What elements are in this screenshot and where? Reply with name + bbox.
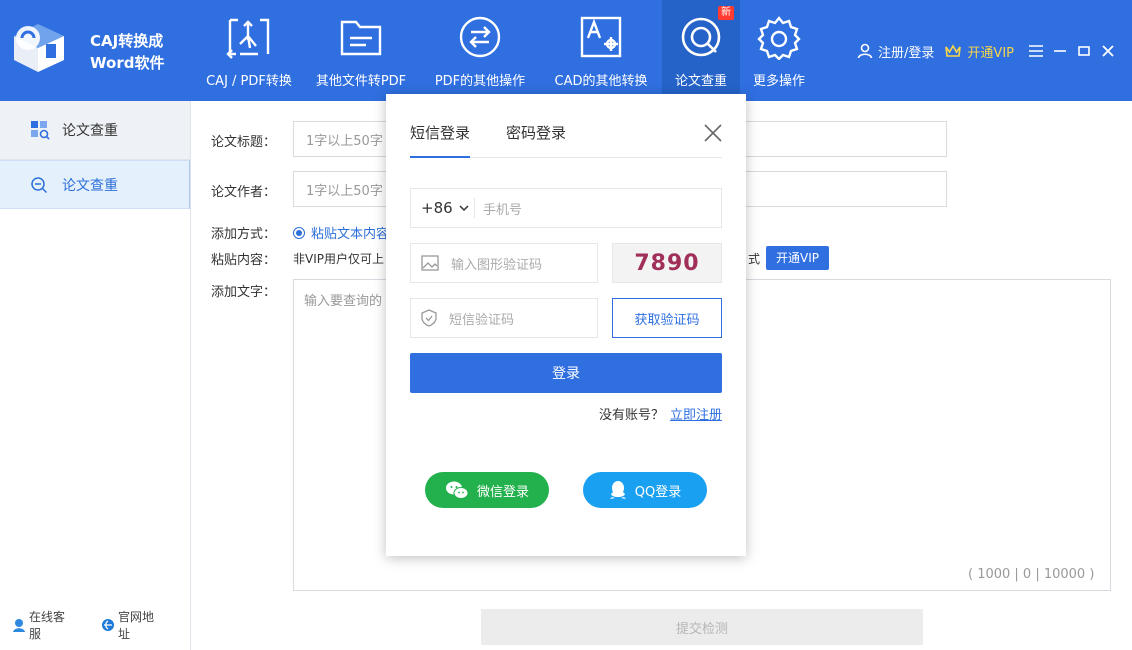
image-icon [421, 255, 439, 271]
open-vip-link[interactable]: 开通VIP [944, 42, 1014, 61]
sidebar-header-label: 论文查重 [62, 123, 118, 139]
wechat-login-button[interactable]: 微信登录 [425, 472, 549, 508]
login-button[interactable]: 登录 [410, 353, 722, 393]
crown-icon [944, 43, 962, 59]
tool-label: PDF的其他操作 [434, 74, 526, 89]
sidebar: 论文查重 论文查重 在线客服 官网地址 [0, 101, 191, 650]
sidebar-item-plagiarism-check[interactable]: 论文查重 [0, 160, 190, 209]
official-site-link[interactable]: 官网地址 [101, 608, 164, 642]
add-method-label: 添加方式： [211, 227, 277, 242]
login-modal: 短信登录 密码登录 +86 手机号 输入图形验证码 7890 短信验证码 获取验… [386, 94, 746, 556]
paper-author-label: 论文作者： [211, 185, 277, 200]
maximize-icon[interactable] [1072, 40, 1096, 62]
shield-icon [421, 309, 437, 327]
user-bar: 注册/登录 开通VIP [857, 40, 1120, 62]
swap-arrows-icon [457, 14, 503, 60]
app-logo-icon [8, 14, 78, 78]
captcha-text: 7890 [634, 250, 700, 276]
phone-input[interactable]: 手机号 [475, 199, 522, 218]
char-counter: ( 1000 | 0 | 10000 ) [968, 567, 1095, 582]
grid-search-icon [30, 120, 50, 140]
sidebar-footer: 在线客服 官网地址 [12, 608, 190, 642]
get-code-button[interactable]: 获取验证码 [612, 298, 722, 338]
add-text-label: 添加文字： [211, 285, 277, 300]
menu-icon[interactable] [1024, 40, 1048, 62]
register-prompt: 没有账号？ 立即注册 [599, 404, 722, 423]
tool-plagiarism-check[interactable]: 新 论文查重 [662, 0, 740, 101]
tool-more-ops[interactable]: 更多操作 [740, 0, 818, 101]
login-register-link[interactable]: 注册/登录 [857, 42, 934, 61]
cad-icon [578, 14, 624, 60]
search-check-icon [30, 176, 48, 194]
tool-label: CAD的其他转换 [554, 74, 648, 89]
captcha-input[interactable]: 输入图形验证码 [410, 243, 598, 283]
paper-author-placeholder: 1字以上50字 [306, 183, 383, 199]
app-title: CAJ转换成 Word软件 [90, 30, 164, 74]
text-content-placeholder: 输入要查询的 [304, 294, 383, 309]
app-title-line2: Word软件 [90, 54, 165, 72]
qq-login-button[interactable]: QQ登录 [583, 472, 707, 508]
phone-placeholder: 手机号 [483, 202, 523, 218]
customer-service-icon [12, 618, 26, 632]
submit-check-button[interactable]: 提交检测 [481, 609, 923, 645]
chevron-down-icon [459, 204, 469, 212]
login-register-label: 注册/登录 [878, 45, 935, 61]
qq-icon [609, 480, 627, 500]
user-icon [857, 43, 873, 59]
wechat-login-label: 微信登录 [476, 484, 529, 500]
tool-cad-convert[interactable]: CAD的其他转换 [540, 0, 662, 101]
paper-title-label: 论文标题： [211, 135, 277, 150]
paste-text-option: 粘贴文本内容 [311, 227, 390, 242]
new-badge: 新 [718, 6, 734, 20]
country-code-select[interactable]: +86 [411, 198, 475, 218]
online-service-link[interactable]: 在线客服 [12, 608, 75, 642]
sms-code-placeholder: 短信验证码 [449, 312, 515, 328]
vip-limit-note: 非VIP用户仅可上 [293, 252, 384, 266]
open-vip-label: 开通VIP [967, 45, 1014, 61]
plagiarism-check-icon [678, 14, 724, 60]
qq-login-label: QQ登录 [634, 484, 682, 500]
wechat-icon [445, 480, 469, 500]
open-vip-button[interactable]: 开通VIP [766, 246, 829, 270]
close-icon[interactable] [702, 122, 724, 144]
title-bar: CAJ转换成 Word软件 CAJ / PDF转换 其他文件转PDF PDF的其… [0, 0, 1132, 101]
paste-text-radio[interactable]: 粘贴文本内容 [293, 223, 389, 242]
sidebar-header: 论文查重 [0, 101, 190, 160]
register-now-link[interactable]: 立即注册 [670, 408, 722, 423]
vip-limit-note-tail: 式 [748, 252, 761, 266]
phone-field: +86 手机号 [410, 188, 722, 228]
sidebar-item-label: 论文查重 [62, 177, 118, 194]
captcha-image[interactable]: 7890 [612, 243, 722, 283]
main-toolbar: CAJ / PDF转换 其他文件转PDF PDF的其他操作 CAD的其他转换 新… [196, 0, 818, 101]
tool-caj-pdf-convert[interactable]: CAJ / PDF转换 [196, 0, 302, 101]
tool-label: 更多操作 [752, 74, 805, 89]
app-title-line1: CAJ转换成 [90, 32, 164, 50]
gear-icon [756, 14, 802, 60]
close-window-icon[interactable] [1096, 40, 1120, 62]
tool-label: 论文查重 [674, 74, 727, 89]
login-tabs: 短信登录 密码登录 [410, 118, 722, 158]
no-account-text: 没有账号？ [598, 408, 664, 423]
paper-title-placeholder: 1字以上50字 [306, 133, 383, 149]
radio-selected-icon [293, 226, 305, 239]
browser-icon [101, 618, 115, 632]
paste-content-label: 粘贴内容： [211, 253, 277, 268]
tab-password-login[interactable]: 密码登录 [506, 118, 566, 158]
pdf-convert-icon [226, 14, 272, 60]
tool-pdf-other-ops[interactable]: PDF的其他操作 [420, 0, 540, 101]
tool-label: 其他文件转PDF [315, 74, 407, 89]
tool-other-to-pdf[interactable]: 其他文件转PDF [302, 0, 420, 101]
tool-label: CAJ / PDF转换 [206, 74, 292, 89]
tab-sms-login[interactable]: 短信登录 [410, 118, 471, 158]
official-site-label: 官网地址 [118, 610, 155, 641]
folder-icon [338, 14, 384, 60]
country-code-value: +86 [421, 199, 453, 217]
minimize-icon[interactable] [1048, 40, 1072, 62]
online-service-label: 在线客服 [29, 610, 66, 641]
captcha-placeholder: 输入图形验证码 [451, 257, 543, 273]
sms-code-input[interactable]: 短信验证码 [410, 298, 598, 338]
